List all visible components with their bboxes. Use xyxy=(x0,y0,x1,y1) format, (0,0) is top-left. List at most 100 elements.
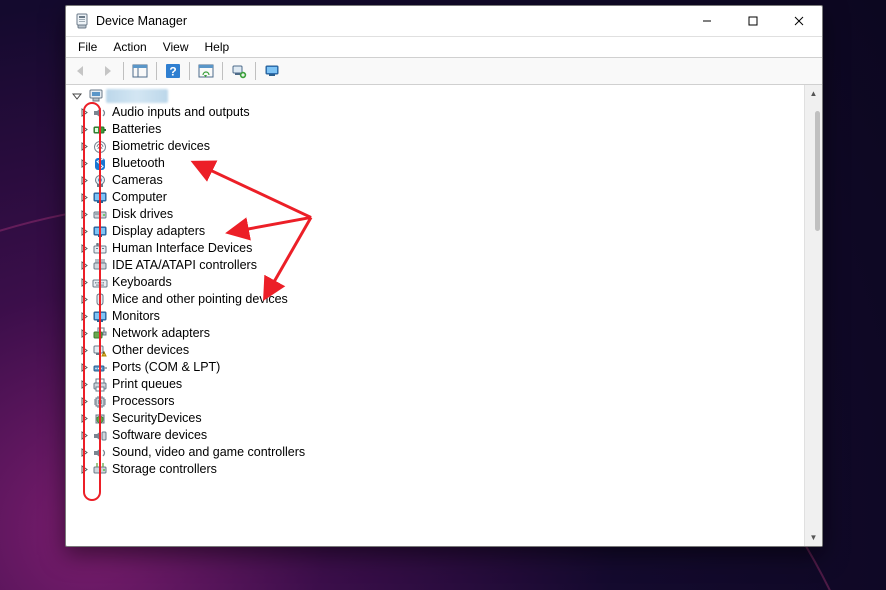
tree-node-label: Print queues xyxy=(112,376,182,393)
tree-node-label: IDE ATA/ATAPI controllers xyxy=(112,257,257,274)
tree-node-other[interactable]: Other devices xyxy=(68,342,822,359)
comp-category-icon xyxy=(92,190,108,206)
scrollbar-thumb[interactable] xyxy=(815,111,820,231)
toolbar-help-button[interactable]: ? xyxy=(161,60,185,82)
expand-icon[interactable] xyxy=(76,207,92,223)
expand-icon[interactable] xyxy=(76,139,92,155)
tree-node-mon[interactable]: Monitors xyxy=(68,308,822,325)
expand-icon[interactable] xyxy=(76,326,92,342)
tree-node-label: Disk drives xyxy=(112,206,173,223)
tree-node-label: Display adapters xyxy=(112,223,205,240)
net-category-icon xyxy=(92,326,108,342)
expand-icon[interactable] xyxy=(76,445,92,461)
toolbar-separator xyxy=(123,62,124,80)
toolbar-back-button[interactable] xyxy=(69,60,93,82)
tree-node-ide[interactable]: IDE ATA/ATAPI controllers xyxy=(68,257,822,274)
toolbar-add-legacy-hardware-button[interactable] xyxy=(227,60,251,82)
device-manager-window: Device Manager File Action View Help xyxy=(65,5,823,547)
menu-help[interactable]: Help xyxy=(197,38,238,56)
tree-node-sec[interactable]: SecurityDevices xyxy=(68,410,822,427)
cam-category-icon xyxy=(92,173,108,189)
tree-node-biom[interactable]: Biometric devices xyxy=(68,138,822,155)
expand-icon[interactable] xyxy=(76,343,92,359)
biom-category-icon xyxy=(92,139,108,155)
tree-node-batt[interactable]: Batteries xyxy=(68,121,822,138)
toolbar-separator xyxy=(222,62,223,80)
toolbar-remote-computer-button[interactable] xyxy=(260,60,284,82)
tree-node-kbd[interactable]: Keyboards xyxy=(68,274,822,291)
toolbar-separator xyxy=(255,62,256,80)
collapse-icon[interactable] xyxy=(72,91,88,101)
root-computer-node[interactable] xyxy=(68,87,822,104)
expand-icon[interactable] xyxy=(76,309,92,325)
tree-node-sound[interactable]: Sound, video and game controllers xyxy=(68,444,822,461)
expand-icon[interactable] xyxy=(76,275,92,291)
tree-node-ports[interactable]: Ports (COM & LPT) xyxy=(68,359,822,376)
tree-node-label: Batteries xyxy=(112,121,161,138)
expand-icon[interactable] xyxy=(76,377,92,393)
expand-icon[interactable] xyxy=(76,360,92,376)
vertical-scrollbar[interactable]: ▲ ▼ xyxy=(804,85,822,546)
bt-category-icon xyxy=(92,156,108,172)
tree-node-label: Sound, video and game controllers xyxy=(112,444,305,461)
menu-action[interactable]: Action xyxy=(105,38,154,56)
toolbar-scan-hardware-button[interactable] xyxy=(194,60,218,82)
expand-icon[interactable] xyxy=(76,292,92,308)
mouse-category-icon xyxy=(92,292,108,308)
tree-node-comp[interactable]: Computer xyxy=(68,189,822,206)
title-bar: Device Manager xyxy=(66,6,822,37)
tree-node-printq[interactable]: Print queues xyxy=(68,376,822,393)
scroll-down-arrow-icon[interactable]: ▼ xyxy=(805,529,822,546)
menu-view[interactable]: View xyxy=(155,38,197,56)
expand-icon[interactable] xyxy=(76,241,92,257)
toolbar-forward-button[interactable] xyxy=(95,60,119,82)
printq-category-icon xyxy=(92,377,108,393)
tree-node-audio[interactable]: Audio inputs and outputs xyxy=(68,104,822,121)
toolbar-show-hide-console-tree-button[interactable] xyxy=(128,60,152,82)
toolbar-separator xyxy=(156,62,157,80)
ports-category-icon xyxy=(92,360,108,376)
tree-node-label: Biometric devices xyxy=(112,138,210,155)
expand-icon[interactable] xyxy=(76,105,92,121)
tree-node-bt[interactable]: Bluetooth xyxy=(68,155,822,172)
root-computer-name-obscured xyxy=(106,89,168,103)
expand-icon[interactable] xyxy=(76,428,92,444)
tree-node-label: Ports (COM & LPT) xyxy=(112,359,220,376)
toolbar-separator xyxy=(189,62,190,80)
minimize-button[interactable] xyxy=(684,6,730,36)
svg-text:?: ? xyxy=(169,65,176,79)
tree-node-disp[interactable]: Display adapters xyxy=(68,223,822,240)
maximize-button[interactable] xyxy=(730,6,776,36)
ide-category-icon xyxy=(92,258,108,274)
tree-node-label: Cameras xyxy=(112,172,163,189)
computer-root-icon xyxy=(88,88,104,104)
expand-icon[interactable] xyxy=(76,224,92,240)
expand-icon[interactable] xyxy=(76,411,92,427)
expand-icon[interactable] xyxy=(76,258,92,274)
tree-node-net[interactable]: Network adapters xyxy=(68,325,822,342)
toolbar: ? xyxy=(66,57,822,85)
disp-category-icon xyxy=(92,224,108,240)
tree-node-disk[interactable]: Disk drives xyxy=(68,206,822,223)
tree-node-proc[interactable]: Processors xyxy=(68,393,822,410)
tree-node-label: Network adapters xyxy=(112,325,210,342)
expand-icon[interactable] xyxy=(76,156,92,172)
app-icon xyxy=(74,13,90,29)
tree-node-label: Human Interface Devices xyxy=(112,240,252,257)
tree-node-storage[interactable]: Storage controllers xyxy=(68,461,822,478)
tree-node-label: Mice and other pointing devices xyxy=(112,291,288,308)
device-tree[interactable]: Audio inputs and outputs Batteries Biome… xyxy=(66,85,822,546)
menu-file[interactable]: File xyxy=(70,38,105,56)
expand-icon[interactable] xyxy=(76,173,92,189)
close-button[interactable] xyxy=(776,6,822,36)
expand-icon[interactable] xyxy=(76,394,92,410)
kbd-category-icon xyxy=(92,275,108,291)
expand-icon[interactable] xyxy=(76,190,92,206)
expand-icon[interactable] xyxy=(76,122,92,138)
tree-node-mouse[interactable]: Mice and other pointing devices xyxy=(68,291,822,308)
expand-icon[interactable] xyxy=(76,462,92,478)
tree-node-soft[interactable]: Software devices xyxy=(68,427,822,444)
tree-node-cam[interactable]: Cameras xyxy=(68,172,822,189)
scroll-up-arrow-icon[interactable]: ▲ xyxy=(805,85,822,102)
tree-node-hid[interactable]: Human Interface Devices xyxy=(68,240,822,257)
